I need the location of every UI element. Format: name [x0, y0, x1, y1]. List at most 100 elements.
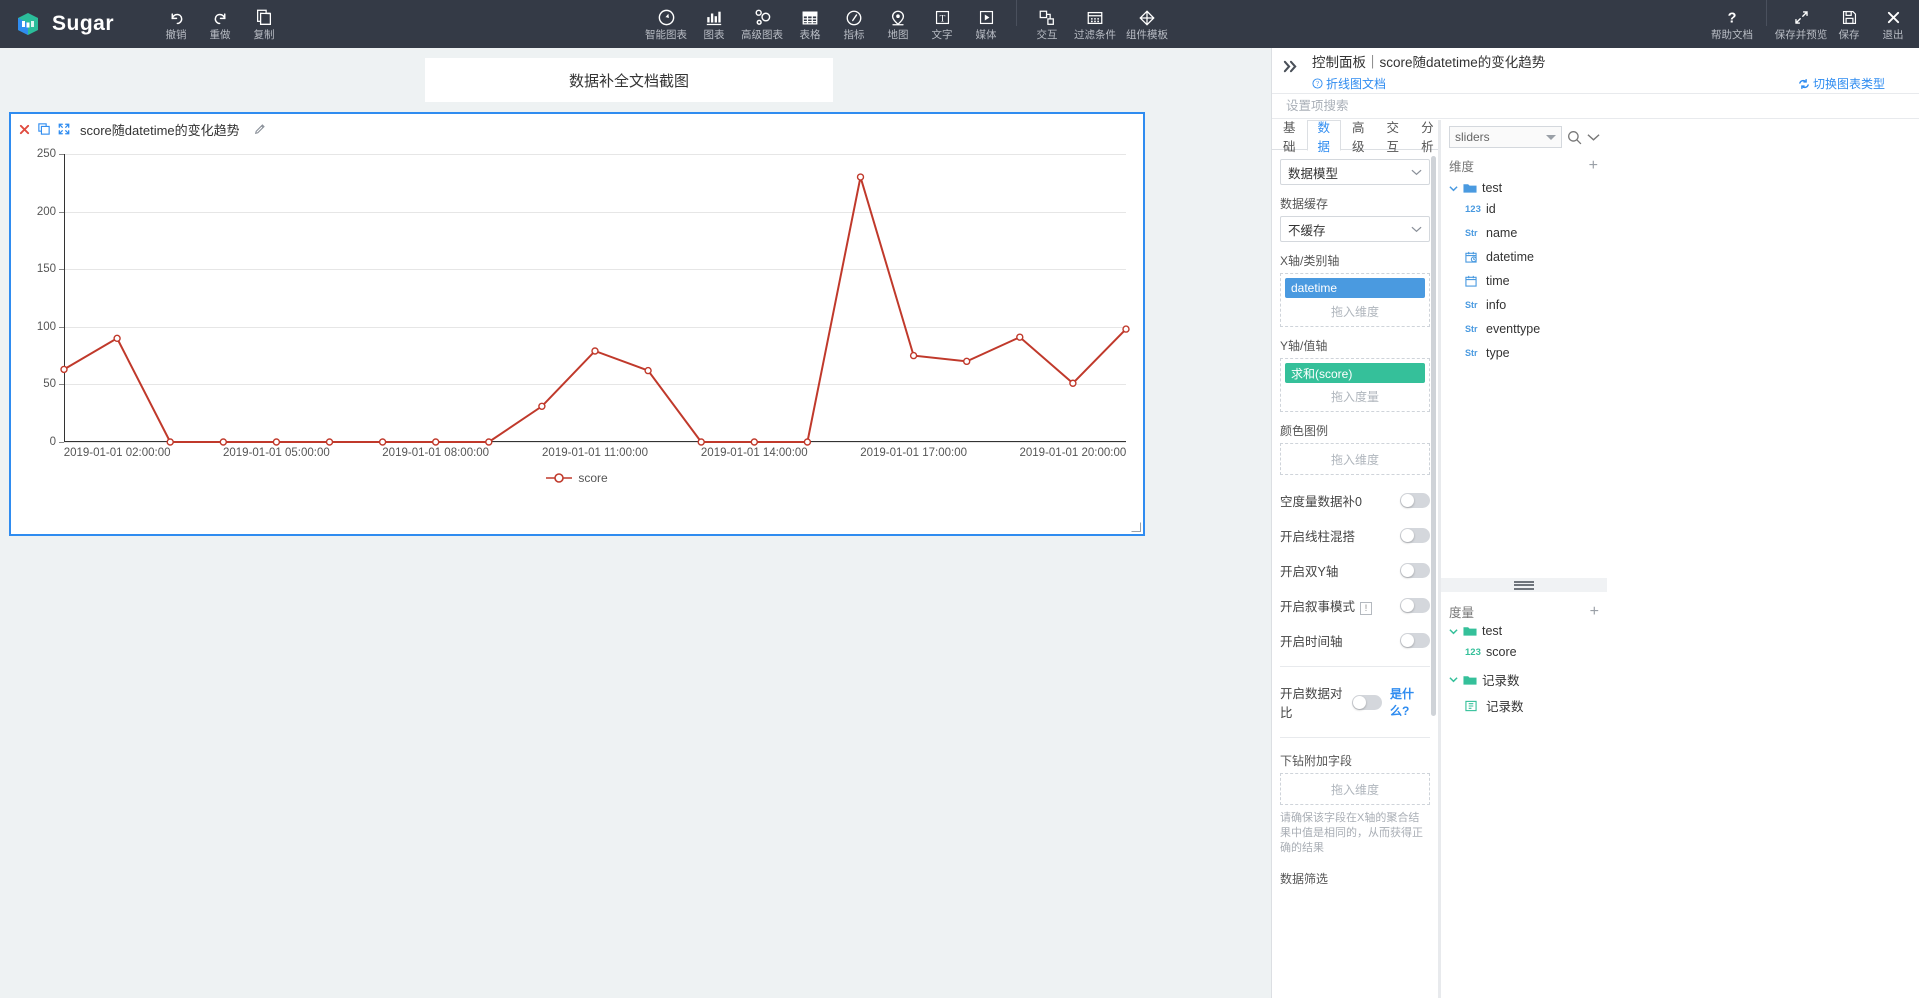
settings-search-row[interactable]: [1272, 93, 1919, 119]
data-point[interactable]: [432, 438, 440, 446]
data-point[interactable]: [378, 438, 387, 446]
close-x-icon[interactable]: [19, 124, 30, 135]
field-item-score[interactable]: 123 score: [1441, 640, 1607, 664]
tab-2[interactable]: 高级: [1341, 120, 1376, 154]
metric-button[interactable]: 指标: [832, 0, 876, 48]
data-point[interactable]: [113, 334, 121, 343]
help-doc-button[interactable]: ? 帮助文档: [1706, 0, 1758, 48]
field-folder-test[interactable]: test: [1441, 175, 1606, 197]
plus-icon[interactable]: +: [1590, 603, 1599, 619]
field-folder-记录数[interactable]: 记录数: [1441, 664, 1607, 691]
toggle-switch[interactable]: [1400, 563, 1430, 578]
data-point[interactable]: [1122, 325, 1130, 333]
copy-button[interactable]: 复制: [242, 0, 286, 48]
color-legend-dropzone[interactable]: 拖入维度: [1280, 443, 1430, 475]
exit-button[interactable]: 退出: [1871, 0, 1915, 48]
chart-legend[interactable]: score: [11, 471, 1143, 485]
field-folder-test[interactable]: test: [1441, 618, 1607, 640]
data-point[interactable]: [750, 438, 758, 446]
chart-series-layer: [60, 173, 1130, 446]
xaxis-dropzone[interactable]: datetime 拖入维度: [1280, 273, 1430, 327]
chart-button[interactable]: 图表: [692, 0, 736, 48]
data-point[interactable]: [219, 438, 228, 446]
data-point[interactable]: [166, 438, 174, 446]
data-point[interactable]: [591, 347, 599, 355]
save-preview-button[interactable]: 保存并预览: [1775, 0, 1827, 48]
settings-scrollbar[interactable]: [1431, 156, 1436, 716]
data-point[interactable]: [272, 438, 281, 446]
yaxis-dropzone[interactable]: 求和(score) 拖入度量: [1280, 358, 1430, 412]
fullscreen-icon[interactable]: [58, 123, 70, 135]
field-item-eventtype[interactable]: Str eventtype: [1441, 317, 1606, 341]
data-compare-toggle[interactable]: [1351, 694, 1382, 710]
smart-chart-button[interactable]: 智能图表: [640, 0, 692, 48]
tab-3[interactable]: 交互: [1376, 120, 1411, 154]
toggle-switch[interactable]: [1400, 598, 1430, 613]
field-item-id[interactable]: 123 id: [1441, 197, 1606, 221]
fields-splitter[interactable]: [1441, 578, 1607, 592]
tab-0[interactable]: 基础: [1272, 120, 1307, 154]
data-compare-help-link[interactable]: 是什么?: [1390, 685, 1430, 719]
datasource-select[interactable]: sliders: [1449, 126, 1562, 148]
line-chart-plot[interactable]: 0 50 100 150 200 250 2019-01-01 02:00:00 2019-…: [11, 144, 1143, 536]
line-chart-doc-link[interactable]: ? 折线图文档: [1312, 75, 1386, 92]
chart-widget[interactable]: score随datetime的变化趋势 0 50 100 150 200 250 2019…: [9, 112, 1145, 536]
settings-search-input[interactable]: [1284, 98, 1584, 114]
data-compare-row: 开启数据对比 是什么?: [1280, 683, 1430, 721]
data-point[interactable]: [1016, 333, 1024, 341]
toggle-switch[interactable]: [1400, 493, 1430, 508]
doc-title-widget[interactable]: 数据补全文档截图: [425, 58, 833, 102]
field-item-type[interactable]: Str type: [1441, 341, 1606, 365]
toggle-row-4: 开启时间轴: [1280, 631, 1430, 650]
data-point[interactable]: [963, 357, 971, 366]
copy-icon[interactable]: [38, 123, 50, 135]
cache-select[interactable]: 不缓存: [1280, 216, 1430, 242]
toggle-switch[interactable]: [1400, 528, 1430, 543]
switch-chart-type-link[interactable]: 切换图表类型: [1798, 75, 1885, 92]
field-item-name[interactable]: Str name: [1441, 221, 1606, 245]
data-point[interactable]: [60, 365, 68, 374]
widget-resize-handle[interactable]: [1131, 522, 1141, 532]
map-button[interactable]: 地图: [876, 0, 920, 48]
table-button[interactable]: 表格: [788, 0, 832, 48]
toggle-switch[interactable]: [1400, 633, 1430, 648]
folder-name: test: [1482, 181, 1503, 195]
data-point[interactable]: [644, 366, 652, 375]
interaction-icon: [1038, 7, 1056, 28]
data-point[interactable]: [697, 438, 705, 446]
text-button[interactable]: T 文字: [920, 0, 964, 48]
search-icon[interactable]: [1567, 130, 1582, 145]
filter-button[interactable]: 过滤条件: [1069, 0, 1121, 48]
component-template-button[interactable]: 组件模板: [1121, 0, 1173, 48]
xaxis-field-pill[interactable]: datetime: [1285, 278, 1425, 298]
field-item-datetime[interactable]: datetime: [1441, 245, 1606, 269]
data-model-select[interactable]: 数据模型: [1280, 159, 1430, 185]
data-point[interactable]: [909, 351, 918, 360]
plus-icon[interactable]: +: [1589, 157, 1598, 173]
redo-button[interactable]: 重做: [198, 0, 242, 48]
expand-chevron-down-icon[interactable]: [1587, 133, 1600, 142]
pencil-icon[interactable]: [254, 123, 266, 135]
data-point[interactable]: [1069, 379, 1077, 387]
field-item-记录数[interactable]: 记录数: [1441, 691, 1607, 720]
media-button[interactable]: 媒体: [964, 0, 1008, 48]
settings-panel-body: 基础 数据 高级 交互 分析 数据模型 数据缓存 不缓存 X轴/类别轴 date…: [1272, 120, 1919, 998]
advanced-chart-button[interactable]: 高级图表: [736, 0, 788, 48]
data-point[interactable]: [856, 173, 865, 181]
save-button[interactable]: 保存: [1827, 0, 1871, 48]
settings-scroll-area[interactable]: 数据模型 数据缓存 不缓存 X轴/类别轴 datetime 拖入维度 Y轴/值轴…: [1272, 151, 1438, 998]
field-item-time[interactable]: time: [1441, 269, 1606, 293]
interaction-button[interactable]: 交互: [1025, 0, 1069, 48]
data-point[interactable]: [485, 438, 493, 446]
undo-button[interactable]: 撤销: [154, 0, 198, 48]
dashboard-canvas[interactable]: 数据补全文档截图 score随datetime的变化趋势 0 50 100 15…: [0, 48, 1271, 998]
exclamation-badge-icon[interactable]: !: [1360, 601, 1373, 615]
data-point[interactable]: [803, 438, 812, 446]
tab-1[interactable]: 数据: [1306, 120, 1342, 154]
data-point[interactable]: [538, 402, 546, 410]
double-chevron-right-icon[interactable]: [1282, 54, 1312, 93]
data-point[interactable]: [325, 438, 334, 446]
yaxis-field-pill[interactable]: 求和(score): [1285, 363, 1425, 383]
field-item-info[interactable]: Str info: [1441, 293, 1606, 317]
drill-field-dropzone[interactable]: 拖入维度: [1280, 773, 1430, 805]
